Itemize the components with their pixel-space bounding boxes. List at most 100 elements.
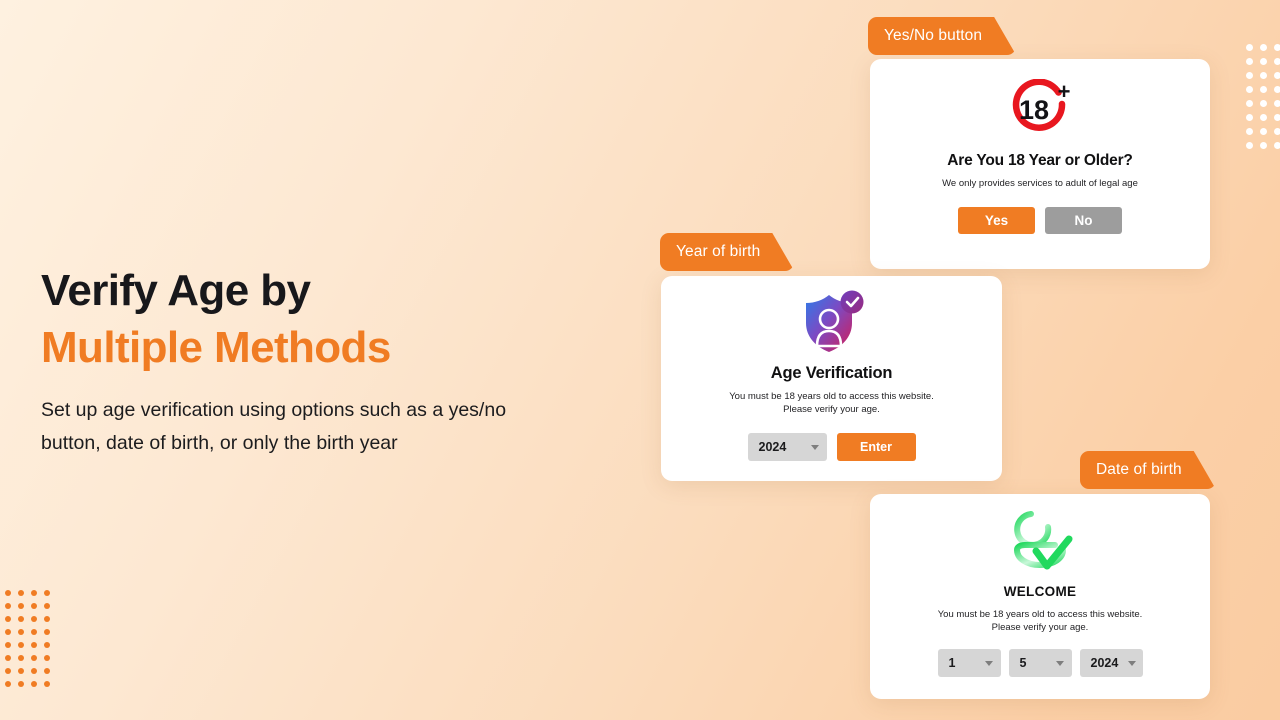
decorative-dot <box>31 603 37 609</box>
decorative-dot <box>18 681 24 687</box>
card-dob-subtitle-line-1: You must be 18 years old to access this … <box>937 609 1143 620</box>
decorative-dot <box>44 681 50 687</box>
svg-text:18: 18 <box>1019 95 1049 125</box>
decorative-dot <box>1246 86 1253 93</box>
decorative-dot <box>44 590 50 596</box>
card-year-of-birth-subtitle: You must be 18 years old to access this … <box>729 390 934 416</box>
decorative-dot <box>18 629 24 635</box>
eighteen-plus-icon: 18 + <box>1004 79 1076 141</box>
decorative-dot <box>1260 86 1267 93</box>
decorative-dot-grid-bottom-left <box>5 590 57 694</box>
decorative-dot <box>44 616 50 622</box>
decorative-dot <box>5 668 11 674</box>
decorative-dot <box>44 629 50 635</box>
page-description: Set up age verification using options su… <box>41 399 507 455</box>
card-year-of-birth-controls: 2024 Enter <box>747 433 916 462</box>
decorative-dot <box>1246 128 1253 135</box>
decorative-dot <box>1246 142 1253 149</box>
tag-yes-no-button: Yes/No button <box>868 17 1016 55</box>
decorative-dot <box>18 642 24 648</box>
decorative-dot <box>1274 44 1280 51</box>
decorative-dot <box>31 668 37 674</box>
decorative-dot <box>18 603 24 609</box>
card-year-subtitle-line-2: Please verify your age. <box>783 404 880 416</box>
decorative-dot <box>1274 114 1280 121</box>
yes-button[interactable]: Yes <box>958 207 1035 235</box>
decorative-dot <box>44 603 50 609</box>
decorative-dot <box>1274 58 1280 65</box>
decorative-dot <box>1260 114 1267 121</box>
decorative-dot <box>18 655 24 661</box>
decorative-dot <box>31 629 37 635</box>
no-button[interactable]: No <box>1045 207 1122 235</box>
card-yes-no-title: Are You 18 Year or Older? <box>947 152 1133 169</box>
shield-person-check-icon <box>797 290 867 356</box>
decorative-dot <box>18 590 24 596</box>
dob-year-select[interactable]: 2024 <box>1079 649 1143 678</box>
card-year-subtitle-line-1: You must be 18 years old to access this … <box>729 391 934 402</box>
dob-year-select-value: 2024 <box>1090 656 1119 671</box>
hero-text-block: Verify Age by Multiple Methods Set up ag… <box>41 262 601 460</box>
decorative-dot <box>1260 128 1267 135</box>
card-date-of-birth-title: WELCOME <box>1003 584 1077 599</box>
decorative-dot <box>1274 128 1280 135</box>
decorative-dot <box>18 668 24 674</box>
tag-date-of-birth: Date of birth <box>1080 451 1216 489</box>
decorative-dot <box>1260 72 1267 79</box>
decorative-dot <box>31 590 37 596</box>
decorative-dot <box>1246 58 1253 65</box>
card-yes-no-button: 18 + Are You 18 Year or Older? We only p… <box>870 59 1210 269</box>
enter-button[interactable]: Enter <box>836 433 916 462</box>
card-year-of-birth-title: Age Verification <box>770 364 893 382</box>
decorative-dot <box>44 668 50 674</box>
tag-date-of-birth-label: Date of birth <box>1096 461 1182 478</box>
decorative-dot <box>31 616 37 622</box>
decorative-dot <box>5 616 11 622</box>
chevron-down-icon <box>1128 660 1137 666</box>
decorative-dot <box>1246 100 1253 107</box>
page-title-line-1: Verify Age by <box>41 266 311 315</box>
decorative-dot <box>1260 44 1267 51</box>
month-select-value: 5 <box>1019 656 1027 671</box>
decorative-dot <box>31 655 37 661</box>
month-select[interactable]: 5 <box>1008 649 1072 678</box>
year-select-value: 2024 <box>758 440 787 455</box>
page-title: Verify Age by Multiple Methods <box>41 262 601 376</box>
decorative-dot <box>1246 72 1253 79</box>
card-date-of-birth: WELCOME You must be 18 years old to acce… <box>870 494 1210 699</box>
decorative-dot <box>1274 100 1280 107</box>
card-yes-no-subtitle: We only provides services to adult of le… <box>942 178 1138 189</box>
day-select[interactable]: 1 <box>937 649 1001 678</box>
decorative-dot <box>1274 142 1280 149</box>
decorative-dot <box>5 642 11 648</box>
decorative-dot <box>1274 72 1280 79</box>
tag-yes-no-label: Yes/No button <box>884 27 983 44</box>
decorative-dot <box>31 681 37 687</box>
decorative-dot <box>5 655 11 661</box>
decorative-dot <box>5 681 11 687</box>
card-dob-subtitle-line-2: Please verify your age. <box>991 622 1089 634</box>
decorative-dot <box>44 642 50 648</box>
tag-year-of-birth-label: Year of birth <box>676 243 761 260</box>
decorative-dot <box>1260 100 1267 107</box>
svg-text:+: + <box>1058 79 1071 104</box>
card-date-of-birth-controls: 1 5 2024 <box>937 649 1143 678</box>
person-check-green-icon <box>1003 506 1077 578</box>
decorative-dot <box>1274 86 1280 93</box>
card-yes-no-button-row: Yes No <box>958 207 1122 235</box>
decorative-dot <box>31 642 37 648</box>
year-select[interactable]: 2024 <box>747 433 827 462</box>
decorative-dot <box>1246 44 1253 51</box>
card-date-of-birth-subtitle: You must be 18 years old to access this … <box>938 608 1143 634</box>
chevron-down-icon <box>1055 660 1064 666</box>
chevron-down-icon <box>810 444 819 450</box>
decorative-dot <box>5 590 11 596</box>
tag-year-of-birth: Year of birth <box>660 233 794 271</box>
card-year-of-birth: Age Verification You must be 18 years ol… <box>661 276 1002 481</box>
chevron-down-icon <box>984 660 993 666</box>
decorative-dot <box>5 629 11 635</box>
decorative-dot-grid-top-right <box>1246 44 1280 156</box>
decorative-dot <box>44 655 50 661</box>
decorative-dot <box>18 616 24 622</box>
day-select-value: 1 <box>948 656 956 671</box>
